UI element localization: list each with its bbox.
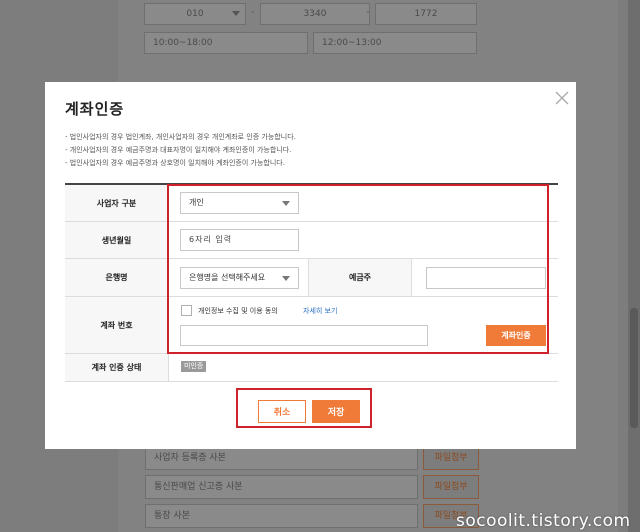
bg-hours-from[interactable]: 10:00~18:00 <box>144 32 308 54</box>
close-icon[interactable] <box>554 90 570 106</box>
consent-detail-link[interactable]: 자세히 보기 <box>303 306 337 316</box>
holder-label: 예금주 <box>308 259 412 296</box>
page-scrollbar[interactable] <box>628 0 640 532</box>
account-form: 사업자 구분 개인 생년월일 6자리 입력 은행명 은행명을 선택해주세요 예금… <box>65 183 558 382</box>
consent-checkbox[interactable] <box>181 305 192 316</box>
account-verification-modal: 계좌인증 - 법인사업자의 경우 법인계좌, 개인사업자의 경우 개인계좌로 인… <box>45 82 576 449</box>
watermark: socoolit.tistory.com <box>456 511 631 531</box>
cancel-button[interactable]: 취소 <box>258 400 306 423</box>
row-account: 계좌 번호 개인정보 수집 및 이용 동의 자세히 보기 계좌인증 <box>65 297 558 354</box>
bg-hours-to[interactable]: 12:00~13:00 <box>313 32 477 54</box>
bg-phone-middle-input[interactable]: 3340 <box>260 3 370 25</box>
verify-account-button[interactable]: 계좌인증 <box>486 325 546 346</box>
bg-phone-last-value: 1772 <box>414 9 438 19</box>
bg-chevron-down-icon <box>232 11 240 16</box>
bg-doc-bankbook: 통장 사본 <box>145 504 418 528</box>
account-number-input[interactable] <box>180 325 428 346</box>
bank-label: 은행명 <box>65 259 169 296</box>
holder-input[interactable] <box>426 267 546 289</box>
business-type-value: 개인 <box>189 198 204 207</box>
bg-hours-from-value: 10:00~18:00 <box>153 38 213 48</box>
bg-doc-ecommerce-report: 통신판매업 신고증 사본 <box>145 475 418 499</box>
notice-item: - 개인사업자의 경우 예금주명과 대표자명이 일치해야 계좌인증이 가능합니다… <box>65 146 292 154</box>
bg-phone-prefix-select[interactable]: 010 <box>144 3 246 25</box>
bg-hours-to-value: 12:00~13:00 <box>322 38 382 48</box>
business-type-select[interactable]: 개인 <box>180 192 299 214</box>
bg-phone-middle-value: 3340 <box>303 9 327 19</box>
chevron-down-icon <box>282 276 290 281</box>
notice-item: - 법인사업자의 경우 법인계좌, 개인사업자의 경우 개인계좌로 인증 가능합… <box>65 133 296 141</box>
birthdate-placeholder: 6자리 입력 <box>189 235 233 244</box>
save-button[interactable]: 저장 <box>312 400 360 423</box>
bg-doc-label: 통장 사본 <box>154 511 190 521</box>
modal-title: 계좌인증 <box>65 100 125 118</box>
consent-text: 개인정보 수집 및 이용 동의 <box>198 307 278 315</box>
bg-doc-label: 통신판매업 신고증 사본 <box>154 482 243 492</box>
bg-phone-last-input[interactable]: 1772 <box>375 3 477 25</box>
bg-phone-dash-1: - <box>251 7 255 18</box>
bg-attach-button[interactable]: 파일첨부 <box>423 446 479 470</box>
status-badge: 미인증 <box>181 361 207 372</box>
bg-doc-label: 사업자 등록증 사본 <box>154 453 226 463</box>
bank-select[interactable]: 은행명을 선택해주세요 <box>180 267 299 289</box>
row-business-type: 사업자 구분 개인 <box>65 185 558 222</box>
bg-attach-button[interactable]: 파일첨부 <box>423 475 479 499</box>
birthdate-label: 생년월일 <box>65 222 169 258</box>
account-label: 계좌 번호 <box>65 297 169 353</box>
scrollbar-thumb[interactable] <box>630 308 638 428</box>
business-type-label: 사업자 구분 <box>65 185 169 221</box>
row-birthdate: 생년월일 6자리 입력 <box>65 222 558 259</box>
bg-phone-dash-2: - <box>366 7 370 18</box>
row-bank: 은행명 은행명을 선택해주세요 예금주 <box>65 259 558 297</box>
bg-doc-business-registration: 사업자 등록증 사본 <box>145 446 418 470</box>
notice-list: - 법인사업자의 경우 법인계좌, 개인사업자의 경우 개인계좌로 인증 가능합… <box>65 131 296 170</box>
birthdate-input[interactable]: 6자리 입력 <box>180 229 299 251</box>
chevron-down-icon <box>282 201 290 206</box>
status-label: 계좌 인증 상태 <box>65 354 169 381</box>
row-status: 계좌 인증 상태 미인증 <box>65 354 558 382</box>
bank-placeholder: 은행명을 선택해주세요 <box>189 273 266 282</box>
bg-phone-prefix-value: 010 <box>186 9 204 19</box>
notice-item: - 법인사업자의 경우 예금주명과 상호명이 일치해야 계좌인증이 가능합니다. <box>65 159 285 167</box>
